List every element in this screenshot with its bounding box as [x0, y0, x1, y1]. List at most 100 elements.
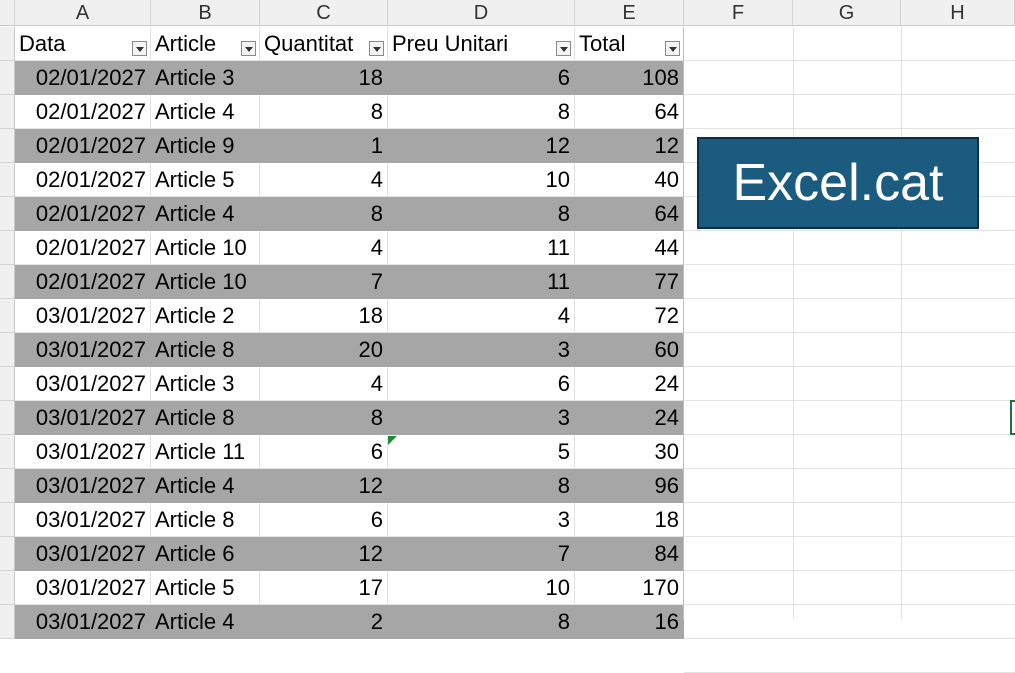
row-header[interactable]: 7	[0, 571, 15, 605]
row-header[interactable]: 0	[0, 333, 15, 367]
table-cell[interactable]: Article 9	[151, 129, 260, 163]
table-cell[interactable]: 4	[388, 299, 575, 333]
table-cell[interactable]: 18	[575, 503, 684, 537]
table-cell[interactable]: Article 3	[151, 367, 260, 401]
table-cell[interactable]: Article 5	[151, 571, 260, 605]
table-cell[interactable]: 6	[260, 503, 388, 537]
filter-dropdown-icon[interactable]	[241, 41, 256, 56]
table-header-cell[interactable]: Quantitat	[260, 27, 388, 61]
table-header-cell[interactable]: Total	[575, 27, 684, 61]
table-cell[interactable]: 03/01/2027	[15, 367, 151, 401]
table-cell[interactable]: 40	[575, 163, 684, 197]
table-cell[interactable]: 1	[260, 129, 388, 163]
table-cell[interactable]: 5	[388, 435, 575, 469]
table-cell[interactable]: 12	[575, 129, 684, 163]
active-cell-selection[interactable]	[1010, 400, 1015, 435]
table-cell[interactable]: 17	[260, 571, 388, 605]
column-header-e[interactable]: E	[575, 0, 684, 26]
table-cell[interactable]: 64	[575, 197, 684, 231]
table-cell[interactable]: Article 3	[151, 61, 260, 95]
table-cell[interactable]: Article 6	[151, 537, 260, 571]
table-cell[interactable]: 12	[260, 537, 388, 571]
table-cell[interactable]: 8	[388, 469, 575, 503]
table-cell[interactable]: Article 10	[151, 231, 260, 265]
table-cell[interactable]: 18	[260, 299, 388, 333]
table-cell[interactable]: 11	[388, 265, 575, 299]
column-header-g[interactable]: G	[793, 0, 901, 26]
table-cell[interactable]: 44	[575, 231, 684, 265]
table-header-cell[interactable]: Preu Unitari	[388, 27, 575, 61]
table-cell[interactable]: 30	[575, 435, 684, 469]
error-indicator-icon[interactable]	[388, 436, 397, 445]
table-cell[interactable]: 20	[260, 333, 388, 367]
column-header-d[interactable]: D	[388, 0, 575, 26]
table-cell[interactable]: 02/01/2027	[15, 61, 151, 95]
table-cell[interactable]: 6	[388, 61, 575, 95]
table-cell[interactable]: 10	[388, 571, 575, 605]
table-cell[interactable]: Article 4	[151, 605, 260, 639]
row-header[interactable]	[0, 299, 15, 333]
column-header-c[interactable]: C	[260, 0, 388, 26]
filter-dropdown-icon[interactable]	[556, 41, 571, 56]
column-header-b[interactable]: B	[151, 0, 260, 26]
table-cell[interactable]: 03/01/2027	[15, 299, 151, 333]
row-header[interactable]: 6	[0, 537, 15, 571]
table-cell[interactable]: Article 4	[151, 197, 260, 231]
table-cell[interactable]: 12	[260, 469, 388, 503]
column-header-h[interactable]: H	[901, 0, 1015, 26]
table-cell[interactable]: 03/01/2027	[15, 537, 151, 571]
table-cell[interactable]: 8	[260, 197, 388, 231]
table-header-cell[interactable]: Data	[15, 27, 151, 61]
table-cell[interactable]: 170	[575, 571, 684, 605]
table-cell[interactable]: 3	[388, 503, 575, 537]
table-cell[interactable]: 96	[575, 469, 684, 503]
table-cell[interactable]: 03/01/2027	[15, 333, 151, 367]
table-cell[interactable]: 24	[575, 401, 684, 435]
table-cell[interactable]: 7	[260, 265, 388, 299]
row-header[interactable]	[0, 95, 15, 129]
filter-dropdown-icon[interactable]	[369, 41, 384, 56]
table-cell[interactable]: 03/01/2027	[15, 605, 151, 639]
table-cell[interactable]: Article 10	[151, 265, 260, 299]
row-header[interactable]	[0, 231, 15, 265]
table-cell[interactable]: Article 2	[151, 299, 260, 333]
table-cell[interactable]: 6	[388, 367, 575, 401]
table-cell[interactable]: 03/01/2027	[15, 503, 151, 537]
table-cell[interactable]: Article 8	[151, 503, 260, 537]
row-header[interactable]	[0, 367, 15, 401]
select-all-corner[interactable]	[0, 0, 15, 26]
table-cell[interactable]: 108	[575, 61, 684, 95]
table-cell[interactable]: 8	[388, 605, 575, 639]
column-header-f[interactable]: F	[684, 0, 793, 26]
table-header-cell[interactable]: Article	[151, 27, 260, 61]
row-header[interactable]	[0, 163, 15, 197]
row-header[interactable]: 4	[0, 469, 15, 503]
table-cell[interactable]: 2	[260, 605, 388, 639]
table-cell[interactable]: 02/01/2027	[15, 197, 151, 231]
table-cell[interactable]: 60	[575, 333, 684, 367]
table-cell[interactable]: 02/01/2027	[15, 265, 151, 299]
row-header[interactable]: 2	[0, 401, 15, 435]
table-cell[interactable]: 3	[388, 401, 575, 435]
table-cell[interactable]: Article 4	[151, 95, 260, 129]
row-header[interactable]	[0, 265, 15, 299]
table-cell[interactable]: 8	[388, 197, 575, 231]
table-cell[interactable]: 18	[260, 61, 388, 95]
row-header[interactable]	[0, 27, 15, 61]
table-cell[interactable]: Article 8	[151, 401, 260, 435]
table-cell[interactable]: 72	[575, 299, 684, 333]
row-header[interactable]	[0, 197, 15, 231]
row-header[interactable]: 5	[0, 503, 15, 537]
table-cell[interactable]: 4	[260, 231, 388, 265]
row-header[interactable]: 3	[0, 435, 15, 469]
table-cell[interactable]: Article 8	[151, 333, 260, 367]
table-cell[interactable]: 8	[260, 95, 388, 129]
column-header-a[interactable]: A	[15, 0, 151, 26]
table-cell[interactable]: 3	[388, 333, 575, 367]
table-cell[interactable]: 8	[388, 95, 575, 129]
table-cell[interactable]: 03/01/2027	[15, 401, 151, 435]
table-cell[interactable]: 6	[260, 435, 388, 469]
table-cell[interactable]: 11	[388, 231, 575, 265]
table-cell[interactable]: 4	[260, 367, 388, 401]
table-cell[interactable]: 02/01/2027	[15, 129, 151, 163]
